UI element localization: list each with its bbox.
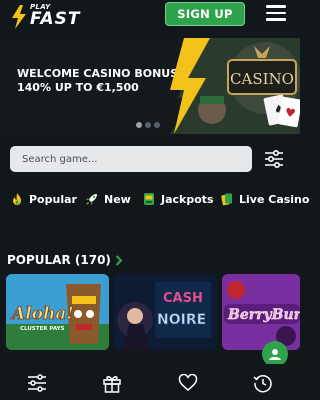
- history-icon: [253, 374, 272, 393]
- popular-section-title[interactable]: POPULAR (170): [7, 253, 123, 267]
- tab-live-casino[interactable]: Live Casino: [220, 188, 309, 210]
- svg-text:Aloha!: Aloha!: [10, 304, 74, 324]
- top-header: PLAY FAST SIGN UP: [0, 0, 300, 36]
- cards-icon: [221, 193, 232, 206]
- game-tile-cash-noire[interactable]: CASH NOIRE: [113, 274, 217, 350]
- nav-history-button[interactable]: [252, 372, 274, 394]
- tab-popular-label: Popular: [29, 192, 77, 206]
- popular-title-text: POPULAR (170): [7, 253, 111, 267]
- playfast-logo[interactable]: PLAY FAST: [8, 3, 88, 31]
- filter-icon: [28, 374, 46, 392]
- svg-text:CASINO: CASINO: [230, 70, 294, 88]
- filter-sliders-icon[interactable]: [264, 149, 284, 169]
- svg-text:NOIRE: NOIRE: [157, 312, 206, 328]
- tab-live-casino-label: Live Casino: [239, 192, 310, 206]
- rocket-icon: [86, 194, 97, 205]
- tab-new-label: New: [104, 192, 131, 206]
- logo-big-text: FAST: [30, 9, 81, 29]
- search-input[interactable]: [10, 146, 252, 172]
- chevron-right-icon[interactable]: [115, 254, 123, 266]
- category-tabs: Popular New Jackpots Live Casino: [0, 188, 309, 210]
- popular-games-row: Aloha! CLUSTER PAYS CASH NOIRE BerryBur: [0, 274, 300, 354]
- nav-filter-button[interactable]: [26, 372, 48, 394]
- tab-jackpots[interactable]: Jackpots: [142, 188, 214, 210]
- game-tile-berryburst[interactable]: BerryBur: [222, 274, 300, 350]
- carousel-dot-1[interactable]: [136, 122, 142, 128]
- cash-noire-art: CASH NOIRE: [113, 274, 217, 350]
- carousel-dots: [136, 122, 160, 128]
- nav-gift-button[interactable]: [101, 372, 123, 394]
- promo-banner[interactable]: WELCOME CASINO BONUS 140% UP TO €1,500 C…: [0, 38, 300, 134]
- aloha-art: Aloha! CLUSTER PAYS: [6, 274, 109, 350]
- berryburst-art: BerryBur: [222, 274, 300, 350]
- carousel-dot-3[interactable]: [154, 122, 160, 128]
- svg-text:CLUSTER PAYS: CLUSTER PAYS: [20, 326, 65, 332]
- nav-favorites-button[interactable]: [177, 372, 199, 394]
- tab-popular[interactable]: Popular: [10, 188, 77, 210]
- bottom-navigation: [0, 364, 300, 400]
- tab-new[interactable]: New: [85, 188, 131, 210]
- lightning-bolt-icon: [12, 5, 26, 29]
- carousel-dot-2[interactable]: [145, 122, 151, 128]
- chat-person-icon: [269, 349, 281, 360]
- banner-title-line2: 140% UP TO €1,500: [17, 81, 139, 94]
- game-tile-aloha[interactable]: Aloha! CLUSTER PAYS: [6, 274, 109, 350]
- signup-button[interactable]: SIGN UP: [165, 2, 245, 26]
- gift-icon: [103, 375, 121, 393]
- slot-machine-icon: [144, 193, 154, 205]
- hamburger-menu-icon[interactable]: [266, 5, 286, 21]
- fire-icon: [13, 193, 21, 205]
- banner-title-line1: WELCOME CASINO BONUS: [17, 67, 179, 80]
- casino-banner-art: CASINO ♠ ♥: [170, 38, 300, 134]
- banner-title: WELCOME CASINO BONUS 140% UP TO €1,500: [17, 67, 187, 95]
- svg-text:CASH: CASH: [163, 291, 203, 306]
- svg-text:BerryBur: BerryBur: [227, 307, 300, 323]
- tab-jackpots-label: Jackpots: [161, 192, 214, 206]
- heart-icon: [178, 374, 198, 391]
